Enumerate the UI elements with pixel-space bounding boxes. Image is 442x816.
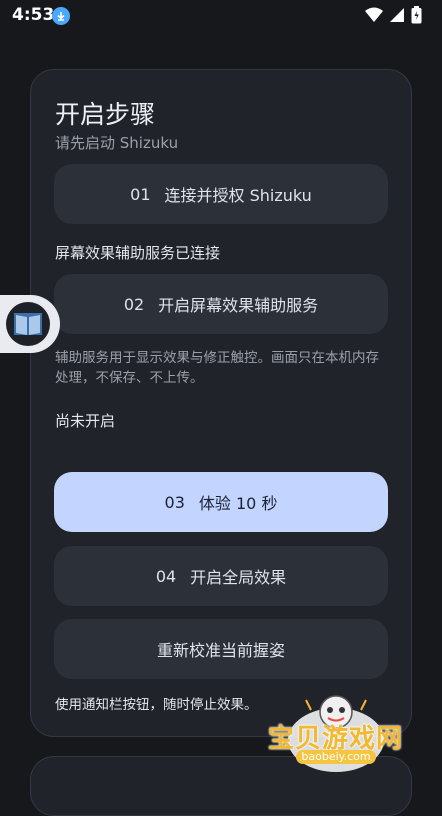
step-number: 03 bbox=[164, 492, 185, 512]
status-icons bbox=[365, 6, 422, 24]
step1-authorize-shizuku-button[interactable]: 01 连接并授权 Shizuku bbox=[54, 164, 388, 224]
watermark-url: baobeiy.com bbox=[296, 750, 376, 764]
signal-icon bbox=[390, 8, 404, 22]
step-label: 连接并授权 Shizuku bbox=[164, 186, 312, 205]
step4-enable-global-button[interactable]: 04 开启全局效果 bbox=[54, 546, 388, 606]
book-icon bbox=[6, 302, 50, 346]
floating-side-tab[interactable] bbox=[0, 295, 60, 353]
step-label: 开启全局效果 bbox=[190, 568, 287, 587]
button-label: 重新校准当前握姿 bbox=[156, 641, 285, 660]
page-subtitle: 请先启动 Shizuku bbox=[55, 134, 179, 152]
battery-icon bbox=[411, 6, 422, 24]
step-number: 01 bbox=[130, 184, 151, 204]
status-bar: 4:53 bbox=[0, 0, 442, 32]
recalibrate-grip-button[interactable]: 重新校准当前握姿 bbox=[54, 619, 388, 679]
effect-status-text: 尚未开启 bbox=[55, 412, 116, 430]
privacy-note: 辅助服务用于显示效果与修正触控。画面只在本机内存处理，不保存、不上传。 bbox=[55, 350, 379, 386]
step3-try-10s-button[interactable]: 03 体验 10 秒 bbox=[54, 472, 388, 532]
status-time: 4:53 bbox=[12, 5, 55, 25]
step-label: 体验 10 秒 bbox=[198, 494, 278, 513]
step-number: 04 bbox=[155, 566, 177, 586]
wifi-icon bbox=[365, 7, 383, 22]
page-title: 开启步骤 bbox=[55, 100, 156, 129]
step-number: 02 bbox=[123, 294, 145, 314]
step-label: 开启屏幕效果辅助服务 bbox=[158, 296, 319, 315]
accessibility-status-text: 屏幕效果辅助服务已连接 bbox=[55, 244, 221, 262]
step2-enable-accessibility-button[interactable]: 02 开启屏幕效果辅助服务 bbox=[54, 274, 388, 334]
download-icon bbox=[52, 7, 70, 25]
